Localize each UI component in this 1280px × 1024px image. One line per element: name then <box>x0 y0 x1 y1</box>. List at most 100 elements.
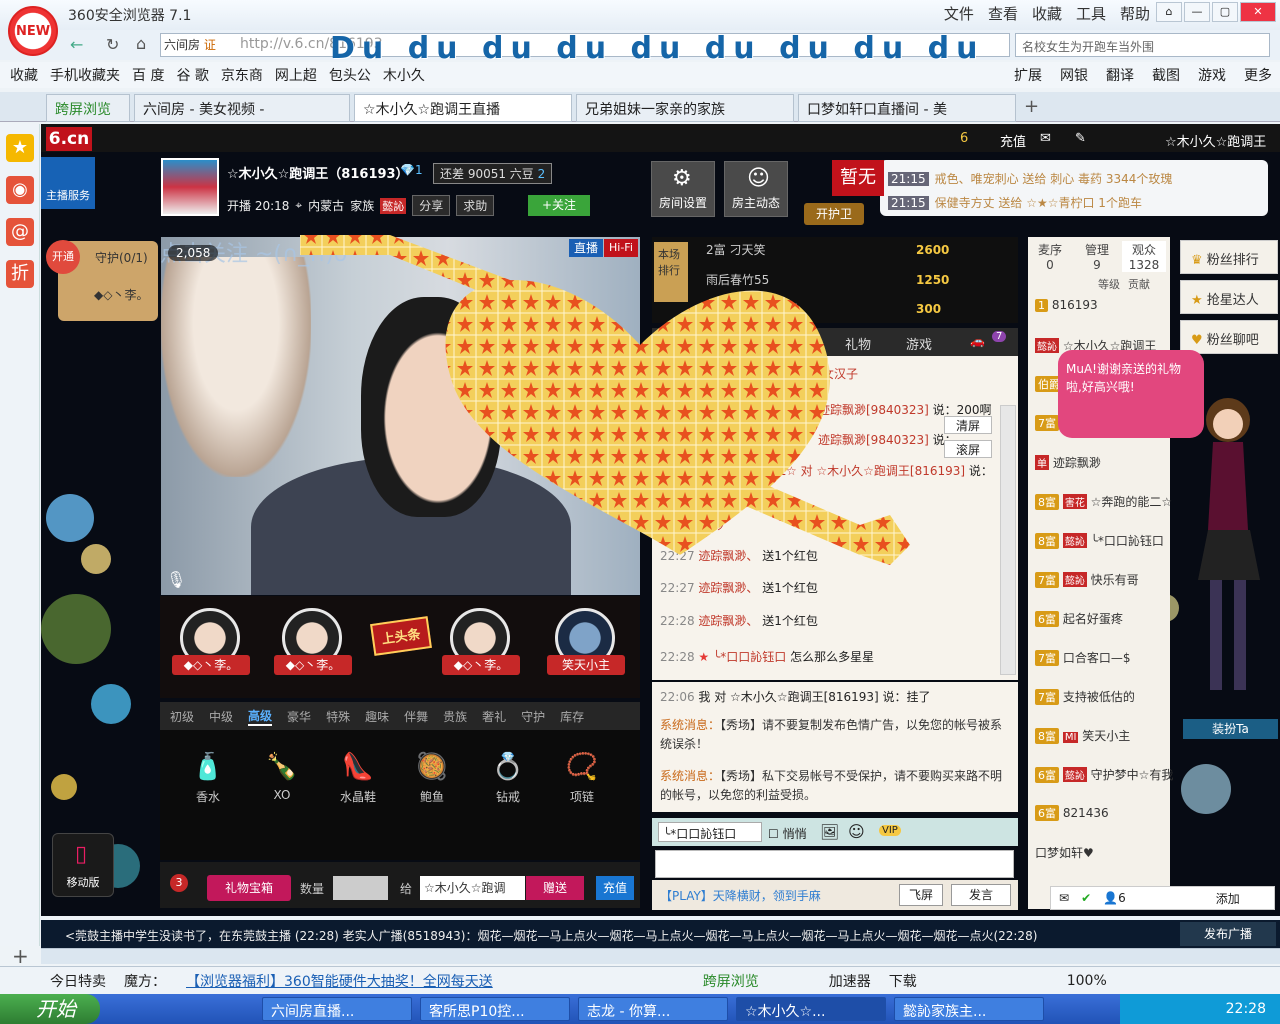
tab-song-request[interactable]: 点歌 <box>785 334 811 353</box>
recharge-link[interactable]: 充值 <box>1000 131 1026 150</box>
open-guard-button[interactable]: 开护卫 <box>804 203 864 225</box>
chat-user[interactable]: 迹踪飘渺、 <box>698 614 758 628</box>
menu-help[interactable]: 帮助 <box>1120 3 1150 24</box>
emoji-icon[interactable]: ☺ <box>848 822 865 841</box>
fly-screen-button[interactable]: 飞屏 <box>899 884 943 906</box>
bookmark-baotou[interactable]: 包头公 <box>329 65 371 85</box>
audience-row[interactable]: 8富 MI 笑天小主 <box>1035 727 1130 744</box>
tab-family[interactable]: 兄弟姐妹一家亲的家族 <box>576 94 794 122</box>
gift-item[interactable]: 📿 项链 <box>552 752 612 805</box>
host-service-button[interactable]: 主播服务 <box>41 157 95 209</box>
bookmark-google[interactable]: 谷 歌 <box>176 65 208 85</box>
mobile-version-button[interactable]: ▯ 移动版 <box>52 833 114 897</box>
taskbar-item[interactable]: 懿訫家族主... <box>894 997 1044 1021</box>
mail-icon[interactable]: @ <box>6 218 34 246</box>
cert-badge[interactable]: 证 <box>204 38 216 52</box>
audience-row[interactable]: 7富 口合客口—$ <box>1035 649 1130 666</box>
quantity-stepper[interactable] <box>333 876 388 900</box>
refresh-icon[interactable]: ↻ <box>106 35 119 54</box>
seat-name[interactable]: ◆◇丶李。 <box>274 655 352 675</box>
download-button[interactable]: 下载 <box>889 971 917 991</box>
audience-row[interactable]: 6富 起名好蛋疼 <box>1035 610 1123 627</box>
menu-file[interactable]: 文件 <box>944 3 974 24</box>
clock[interactable]: 22:28 <box>1226 1001 1266 1017</box>
seat-name[interactable]: 笑天小主 <box>547 655 625 675</box>
star-icon[interactable]: ★ <box>6 134 34 162</box>
edit-icon[interactable]: ✎ <box>1075 131 1086 146</box>
sort-by-level[interactable]: 等级 <box>1098 276 1120 292</box>
back-icon[interactable]: ← <box>70 35 83 54</box>
star-grabber-button[interactable]: ★ 抢星达人 <box>1180 280 1278 314</box>
tab-gifts[interactable]: 礼物 <box>845 334 871 353</box>
audience-row[interactable]: 8富 懿訫 ╰*口口訫钰口 <box>1035 532 1164 549</box>
tab-current-room[interactable]: ☆木小久☆跑调王直播 <box>354 94 572 122</box>
recipient-select[interactable]: ☆木小久☆跑调 <box>420 876 525 900</box>
host-avatar[interactable] <box>161 158 219 216</box>
clear-screen-button[interactable]: 清屏 <box>944 416 992 434</box>
site-logo[interactable]: 6.cn <box>46 127 92 151</box>
maximize-button[interactable]: ▢ <box>1212 2 1238 22</box>
taskbar-item[interactable]: 志龙 - 你算... <box>578 997 728 1021</box>
gift-tab[interactable]: 初级 <box>170 708 194 725</box>
bookmark-mobile[interactable]: 手机收藏夹 <box>50 65 120 85</box>
coin-icon[interactable]: 6 <box>960 131 968 146</box>
rank-row[interactable]: ◆◇丶李、先生‾‾ 300 <box>706 300 1018 317</box>
chat-user[interactable]: 迹踪飘渺、 <box>698 549 758 563</box>
audience-row[interactable]: 1 816193 <box>1035 298 1098 312</box>
chat-input[interactable] <box>655 850 1014 878</box>
chat-user[interactable]: 迹踪飘渺[9840323] <box>818 433 929 447</box>
hifi-tag[interactable]: Hi-Fi <box>604 239 638 257</box>
chat-user[interactable]: 迹踪飘渺、 <box>698 581 758 595</box>
start-button[interactable]: 开始 <box>0 994 100 1024</box>
discount-icon[interactable]: 折 <box>6 260 34 288</box>
accelerator-button[interactable]: 加速器 <box>829 971 871 991</box>
image-icon[interactable]: 🖼 <box>820 823 839 841</box>
screenshot-button[interactable]: 截图 <box>1152 65 1180 85</box>
gift-tab-active[interactable]: 高级 <box>248 707 273 726</box>
gift-box-button[interactable]: 礼物宝箱 <box>207 875 291 901</box>
weibo-icon[interactable]: ◉ <box>6 176 34 204</box>
post-broadcast-button[interactable]: 发布广播 <box>1180 922 1276 946</box>
gift-tab[interactable]: 中级 <box>209 708 233 725</box>
magic-cube-link[interactable]: 魔方： <box>124 971 166 991</box>
more-button[interactable]: 更多 <box>1244 65 1272 85</box>
menu-view[interactable]: 查看 <box>988 3 1018 24</box>
family-badge[interactable]: 懿訫 <box>380 197 407 214</box>
check-icon[interactable]: ✔ <box>1081 891 1091 905</box>
games-button[interactable]: 游戏 <box>1198 65 1226 85</box>
taskbar-item[interactable]: 六间房直播... <box>262 997 412 1021</box>
tab-6cn[interactable]: 六间房 - 美女视频 - <box>134 94 350 122</box>
help-button[interactable]: 求助 <box>456 195 495 216</box>
new-tab-icon[interactable]: + <box>1024 96 1039 117</box>
audience-row[interactable]: 口梦如轩♥ <box>1035 844 1094 861</box>
audience-row[interactable]: 单 迹踪飘渺 <box>1035 454 1101 471</box>
pin-icon[interactable]: ⌂ <box>1156 2 1182 22</box>
audience-row[interactable]: 8富 害花 ☆奔跑的能二☆ <box>1035 493 1172 510</box>
audience-row[interactable]: 7富 懿訫 快乐有哥 <box>1035 571 1139 588</box>
chat-scrollbar[interactable] <box>1000 405 1016 675</box>
whisper-checkbox[interactable]: ☐ 悄悄 <box>768 825 807 842</box>
add-friend-button[interactable]: 添加 <box>1216 890 1240 907</box>
gift-tab[interactable]: 贵族 <box>443 708 467 725</box>
horizontal-scrollbar[interactable] <box>41 948 1280 964</box>
room-settings-button[interactable]: ⚙ 房间设置 <box>651 161 715 217</box>
bookmark-favorites[interactable]: 收藏 <box>10 65 38 85</box>
give-button[interactable]: 赠送 <box>526 876 584 900</box>
sort-by-contribution[interactable]: 贡献 <box>1128 276 1150 292</box>
vip-icon[interactable]: VIP <box>879 825 901 836</box>
send-button[interactable]: 发言 <box>951 884 1011 906</box>
netbank-button[interactable]: 网银 <box>1060 65 1088 85</box>
audience-row[interactable]: 7富 支持被低估的 <box>1035 688 1135 705</box>
gift-item[interactable]: 🍾 XO <box>252 752 312 802</box>
minimize-button[interactable]: — <box>1184 2 1210 22</box>
chat-target-select[interactable]: ╰*口口訫钰口 <box>658 822 762 842</box>
menu-favorites[interactable]: 收藏 <box>1032 3 1062 24</box>
zoom-level[interactable]: 100% <box>1067 973 1107 989</box>
cross-screen-button[interactable]: 跨屏浏览 <box>703 971 759 991</box>
chat-user[interactable]: ╰*口口訫钰口 <box>713 650 786 664</box>
guard-member[interactable]: ◆◇丶李。 <box>94 286 148 303</box>
fan-ranking-button[interactable]: ♛ 粉丝排行 <box>1180 240 1278 274</box>
daily-deals-link[interactable]: 今日特卖 <box>50 971 106 991</box>
bookmark-jd[interactable]: 京东商 <box>221 65 263 85</box>
gift-item[interactable]: 💍 钻戒 <box>478 752 538 805</box>
